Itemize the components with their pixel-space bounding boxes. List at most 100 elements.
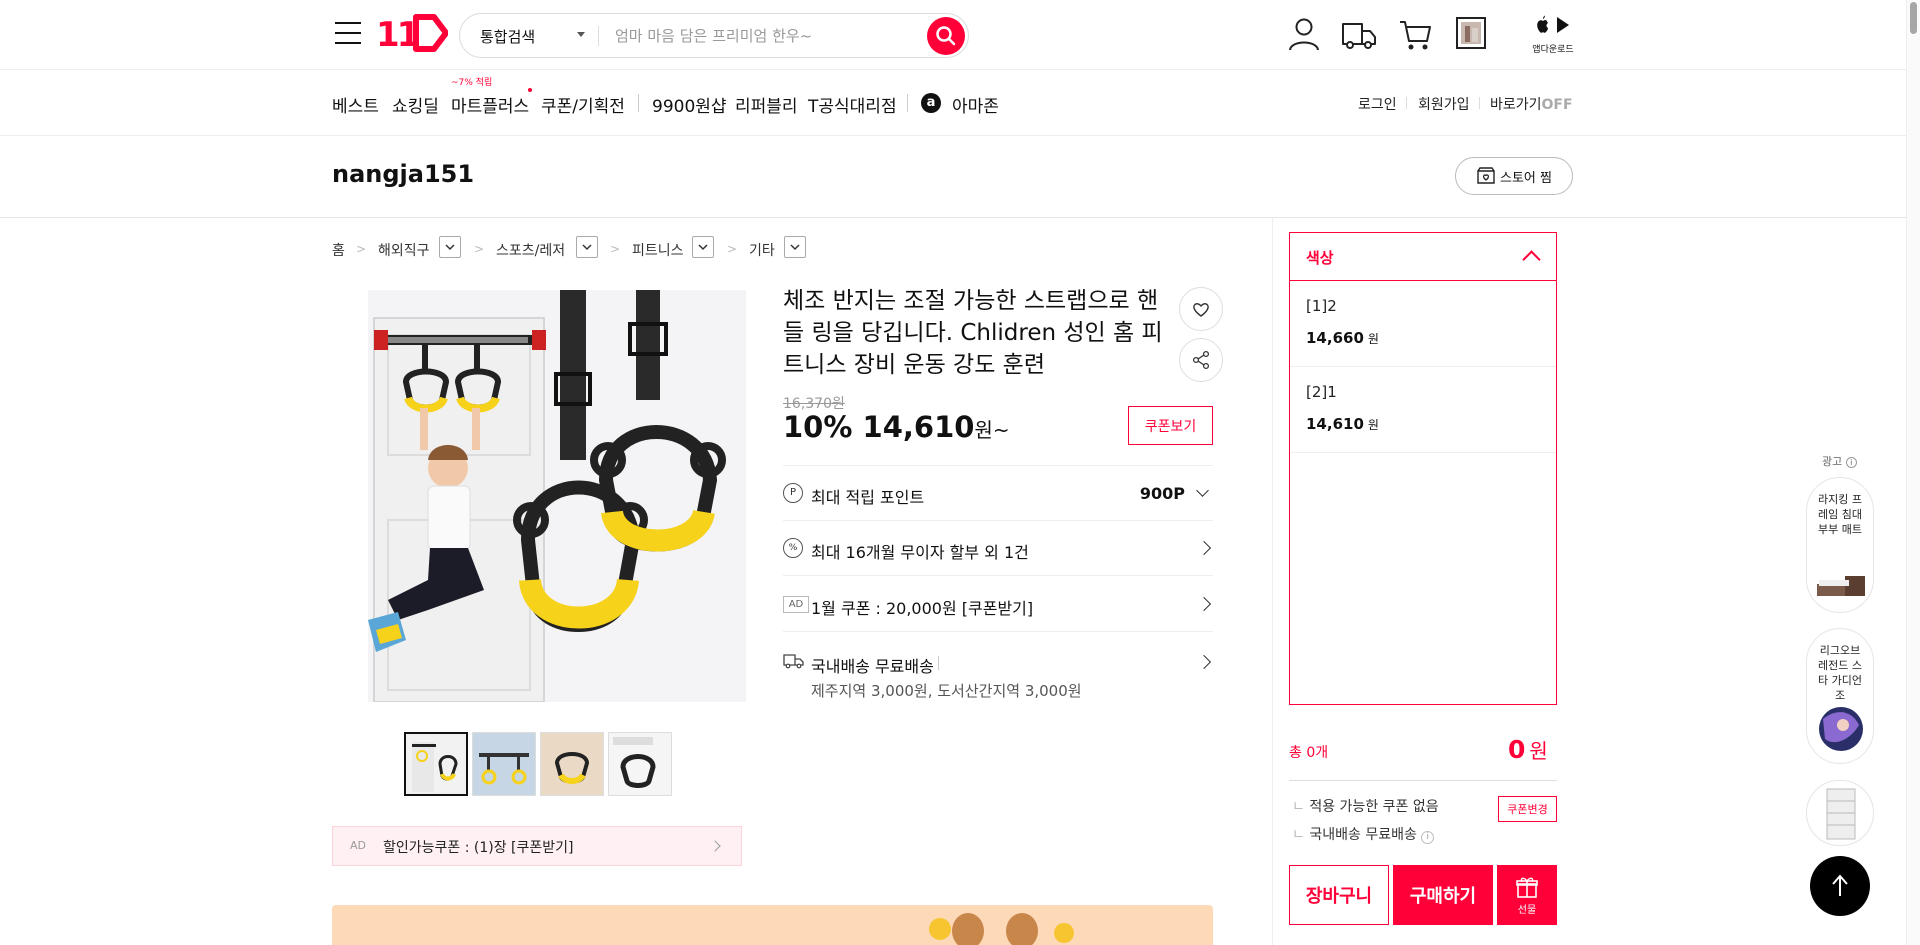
nav-best[interactable]: 베스트 <box>332 92 379 117</box>
shipping-text: 국내배송 무료배송 <box>811 657 934 676</box>
add-to-cart-button[interactable]: 장바구니 <box>1289 865 1389 925</box>
thumbnail-2[interactable] <box>472 732 536 796</box>
shortcut-state: OFF <box>1541 97 1573 113</box>
breadcrumb-fitness[interactable]: 피트니스 <box>632 240 684 260</box>
signup-link[interactable]: 회원가입 <box>1418 94 1470 114</box>
coupon-bar-text: 할인가능쿠폰 : (1)장 [쿠폰받기] <box>383 840 574 856</box>
points-icon: P <box>783 483 803 503</box>
installment-row[interactable]: % 최대 16개월 무이자 할부 외 1건 <box>783 520 1213 575</box>
buy-now-button[interactable]: 구매하기 <box>1393 865 1493 925</box>
shipping-row[interactable]: 국내배송 무료배송 제주지역 3,000원, 도서산간지역 3,000원 <box>783 631 1213 711</box>
coupon-download-bar[interactable]: AD 할인가능쿠폰 : (1)장 [쿠폰받기] <box>332 826 742 866</box>
nav-shocking-deal[interactable]: 쇼킹딜 <box>392 92 439 117</box>
store-name[interactable]: nangja151 <box>332 160 474 188</box>
ad-card-shelf[interactable] <box>1806 780 1874 846</box>
breadcrumb-home[interactable]: 홈 <box>332 240 345 260</box>
store-follow-label: 스토어 찜 <box>1500 170 1552 186</box>
caret-down-icon[interactable] <box>577 32 585 37</box>
breadcrumb-etc[interactable]: 기타 <box>749 240 775 260</box>
share-icon <box>1192 350 1210 370</box>
share-button[interactable] <box>1179 338 1223 382</box>
option-header[interactable]: 색상 <box>1290 233 1556 281</box>
option-item[interactable]: [1]2 14,660 원 <box>1290 281 1556 367</box>
search-button[interactable] <box>927 17 965 55</box>
promo-banner[interactable] <box>332 905 1213 945</box>
chevron-right-icon <box>709 840 721 852</box>
breadcrumb-overseas[interactable]: 해외직구 <box>378 240 430 260</box>
ad-tag: AD <box>350 839 366 852</box>
sale-price: 10% 14,610원~ <box>783 410 1010 444</box>
shortcut-label: 바로가기 <box>1490 97 1542 113</box>
coupon-note: ㄴ 적용 가능한 쿠폰 없음 <box>1292 799 1439 815</box>
nav-amazon[interactable]: 아마존 <box>952 92 999 117</box>
breadcrumb-sports[interactable]: 스포츠/레저 <box>496 240 565 260</box>
thumbnail-1[interactable] <box>404 732 468 796</box>
breadcrumb-arrow-icon: > <box>474 242 485 256</box>
category-nav: 베스트 쇼킹딜 마트플러스 ~7% 적립 쿠폰/기획전 9900원샵 리퍼블리 … <box>0 70 1920 136</box>
divider <box>598 26 599 46</box>
discount-rate: 10% <box>783 410 853 444</box>
divider <box>1289 780 1557 781</box>
search-bar: 통합검색 <box>459 13 969 58</box>
divider <box>1406 97 1407 109</box>
option-item[interactable]: [2]1 14,610 원 <box>1290 367 1556 453</box>
chevron-right-icon <box>1196 654 1212 670</box>
scroll-top-button[interactable] <box>1810 856 1870 916</box>
gift-button[interactable]: 선물 <box>1497 865 1557 925</box>
thumbnail-4[interactable] <box>608 732 672 796</box>
ad-coupon-row[interactable]: AD 1월 쿠폰 : 20,000원 [쿠폰받기] <box>783 575 1213 631</box>
divider <box>1479 97 1480 109</box>
ad-coupon-text: 1월 쿠폰 : 20,000원 [쿠폰받기] <box>811 599 1034 618</box>
login-link[interactable]: 로그인 <box>1358 94 1397 114</box>
nav-mart-plus[interactable]: 마트플러스 <box>451 92 529 117</box>
site-logo[interactable]: 11 <box>376 13 449 55</box>
points-row[interactable]: P 최대 적립 포인트 900P <box>783 465 1213 520</box>
breadcrumb-arrow-icon: > <box>727 242 738 256</box>
store-heart-icon <box>1477 167 1495 184</box>
search-scope-select[interactable]: 통합검색 <box>480 26 535 47</box>
page-scrollbar[interactable] <box>1906 0 1920 945</box>
info-icon[interactable]: i <box>1421 831 1435 844</box>
product-main-image[interactable] <box>368 290 746 702</box>
divider <box>638 94 639 112</box>
coupon-change-button[interactable]: 쿠폰변경 <box>1498 796 1557 822</box>
cart-icon[interactable] <box>1397 14 1433 54</box>
wishlist-button[interactable] <box>1179 287 1223 331</box>
top-header: 11 통합검색 앱다운로드 <box>0 0 1920 70</box>
nav-refurbly[interactable]: 리퍼블리 <box>735 92 798 117</box>
app-download-link[interactable]: 앱다운로드 <box>1530 14 1576 55</box>
nav-t-official[interactable]: T공식대리점 <box>808 92 897 117</box>
arrow-up-icon <box>1832 874 1848 896</box>
search-input[interactable] <box>615 22 915 50</box>
recent-viewed-thumbnail[interactable] <box>1455 14 1487 54</box>
chevron-down-icon <box>445 244 455 251</box>
info-icon[interactable]: i <box>1845 457 1857 468</box>
option-price: 14,610 원 <box>1306 415 1379 433</box>
nav-9900[interactable]: 9900원샵 <box>652 92 727 117</box>
store-bar: nangja151 스토어 찜 <box>0 136 1920 218</box>
delivery-truck-icon[interactable] <box>1340 14 1378 54</box>
breadcrumb-dropdown[interactable] <box>439 236 461 258</box>
amazon-icon: a <box>921 93 941 113</box>
chevron-right-icon <box>1196 596 1212 612</box>
store-follow-button[interactable]: 스토어 찜 <box>1455 157 1573 195</box>
menu-icon[interactable] <box>335 22 361 44</box>
divider <box>907 94 908 112</box>
shortcut-toggle[interactable]: 바로가기OFF <box>1490 94 1573 114</box>
breadcrumb-dropdown[interactable] <box>692 236 714 258</box>
coupon-view-button[interactable]: 쿠폰보기 <box>1128 406 1213 445</box>
breadcrumb-dropdown[interactable] <box>784 236 806 258</box>
ad-card-figure[interactable]: 리그오브레전드 스타 가디언 조 <box>1806 628 1874 764</box>
percent-icon: % <box>783 538 803 558</box>
thumbnail-3[interactable] <box>540 732 604 796</box>
gift-label: 선물 <box>1517 904 1537 916</box>
nav-coupon[interactable]: 쿠폰/기획전 <box>541 92 625 117</box>
divider <box>938 656 939 670</box>
breadcrumb-dropdown[interactable] <box>576 236 598 258</box>
ad-card-bed[interactable]: 라지킹 프레임 침대 부부 매트 <box>1806 477 1874 613</box>
figure-image <box>1819 707 1863 751</box>
price-value: 14,610 <box>862 410 975 444</box>
scrollbar-thumb[interactable] <box>1910 2 1917 34</box>
option-header-label: 색상 <box>1306 249 1334 267</box>
my-page-icon[interactable] <box>1286 14 1322 54</box>
